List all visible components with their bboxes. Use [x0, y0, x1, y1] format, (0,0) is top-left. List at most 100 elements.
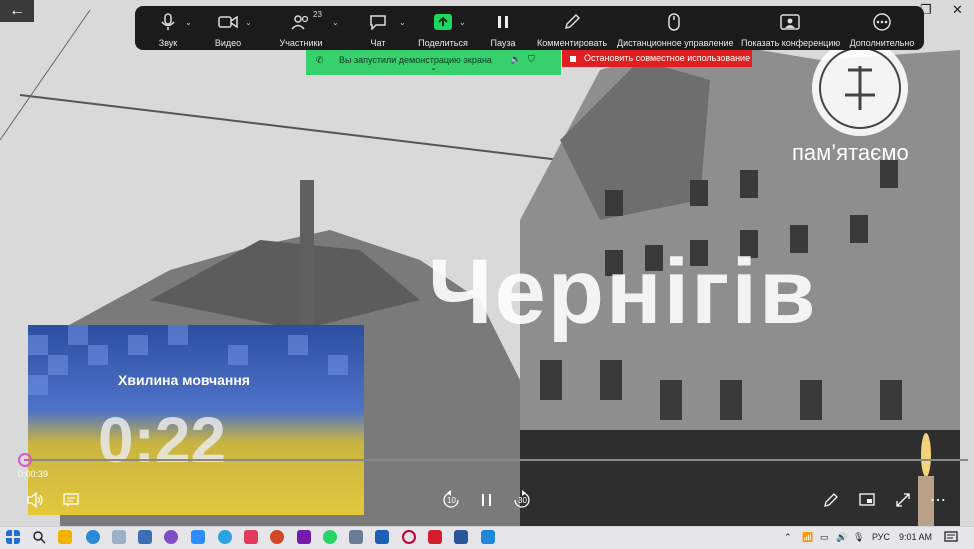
brand-text: пам’ятаємо: [792, 140, 909, 165]
toolbar-chat-label: Чат: [370, 38, 386, 48]
save-app-icon[interactable]: [138, 530, 152, 544]
toolbar-pause[interactable]: Пауза: [483, 6, 523, 50]
toolbar-show-meeting-label: Показать конференцию: [741, 38, 841, 48]
toolbar-share-label: Поделиться: [418, 38, 468, 48]
chevron-down-icon[interactable]: ⌄: [332, 18, 339, 27]
screen-share-status-text: Вы запустили демонстрацию экрана: [339, 55, 492, 65]
stop-icon: [570, 55, 576, 62]
stop-share-button[interactable]: Остановить совместное использование: [562, 50, 752, 67]
app-icon[interactable]: [428, 530, 442, 544]
microphone-icon: [161, 13, 175, 30]
clock[interactable]: 9:01 AM: [899, 532, 932, 542]
more-icon: [873, 13, 891, 31]
toolbar-audio-label: Звук: [158, 38, 178, 48]
chat-icon: [370, 15, 386, 30]
progress-knob[interactable]: [18, 453, 32, 467]
city-title: Чернігів: [428, 241, 818, 343]
notifications-icon[interactable]: [944, 530, 958, 544]
pause-icon: [498, 16, 508, 28]
toolbar-show-meeting[interactable]: Показать конференцию: [741, 6, 841, 50]
chevron-down-icon[interactable]: ⌄: [245, 18, 252, 27]
chevron-down-icon[interactable]: ⌄: [459, 18, 466, 27]
telegram-icon[interactable]: [218, 530, 232, 544]
elapsed-time: 0:00:39: [18, 469, 49, 479]
more-options-button[interactable]: ⋯: [929, 490, 947, 510]
toolbar-audio[interactable]: Звук: [145, 6, 191, 50]
pencil-icon: [564, 13, 581, 30]
participants-count: 23: [313, 10, 322, 19]
mouse-icon: [668, 13, 680, 31]
toolbar-chat[interactable]: Чат: [357, 6, 399, 50]
word-icon[interactable]: [454, 530, 468, 544]
powerpoint-icon[interactable]: [270, 530, 284, 544]
countdown-timer: 0:22: [98, 404, 227, 476]
whatsapp-icon[interactable]: [323, 530, 337, 544]
battery-icon[interactable]: ▭: [820, 532, 829, 543]
chevron-down-icon[interactable]: ⌄: [185, 18, 192, 27]
minute-of-silence-panel: Хвилина мовчання 0:22: [28, 325, 364, 515]
back-button[interactable]: ←: [0, 0, 34, 22]
video-camera-icon: [218, 15, 238, 29]
toolbar-annotate-label: Комментировать: [537, 38, 608, 48]
fullscreen-button[interactable]: [894, 490, 912, 510]
edit-button[interactable]: [822, 490, 840, 510]
toolbar-remote-control[interactable]: Дистанционное управление: [617, 6, 734, 50]
rewind-button[interactable]: 10: [441, 490, 461, 510]
chevron-down-icon[interactable]: ⌄: [399, 18, 406, 27]
meeting-toolbar: Звук ⌄ Видео ⌄ 23 Участники ⌄ Чат ⌄ Поде…: [135, 6, 924, 50]
pencil-icon: [824, 493, 838, 507]
show-meeting-icon: [780, 14, 800, 30]
opera-icon[interactable]: [402, 530, 416, 544]
toolbar-video[interactable]: Видео: [205, 6, 251, 50]
toolbar-participants[interactable]: 23 Участники: [273, 6, 329, 50]
app-icon[interactable]: [244, 530, 258, 544]
language-indicator[interactable]: РУС: [872, 532, 890, 542]
close-window-button[interactable]: ✕: [952, 2, 963, 18]
viber-icon[interactable]: [164, 530, 178, 544]
participants-icon: [291, 15, 309, 30]
chevron-up-icon[interactable]: ⌃: [784, 532, 792, 543]
toolbar-share[interactable]: Поделиться: [415, 6, 471, 50]
share-screen-icon: [434, 14, 452, 30]
phone-icon: ✆: [316, 55, 324, 65]
photos-app-icon[interactable]: [58, 530, 72, 544]
toolbar-participants-label: Участники: [279, 38, 323, 48]
app-icon[interactable]: [481, 530, 495, 544]
mini-player-button[interactable]: [858, 490, 876, 510]
microphone-icon[interactable]: 🎙: [853, 532, 864, 543]
visio-icon[interactable]: [375, 530, 389, 544]
rewind-seconds: 10: [447, 496, 456, 505]
chevron-down-icon[interactable]: ⌄: [430, 63, 437, 72]
more-horizontal-icon: ⋯: [930, 492, 946, 509]
video-frame: пам’ятаємо Чернігів Хвилина мовчання 0:2…: [0, 0, 974, 526]
stop-share-label: Остановить совместное использование: [584, 53, 751, 63]
video-progress-bar[interactable]: [24, 459, 968, 461]
captions-button[interactable]: [62, 490, 80, 510]
captions-icon: [63, 493, 79, 507]
minute-of-silence-label: Хвилина мовчання: [118, 372, 250, 388]
wifi-icon[interactable]: 📶: [802, 532, 813, 543]
toolbar-video-label: Видео: [214, 38, 242, 48]
forward-seconds: 30: [518, 496, 527, 505]
toolbar-annotate[interactable]: Комментировать: [537, 6, 607, 50]
speaker-icon[interactable]: 🔈: [510, 54, 521, 65]
onenote-icon[interactable]: [297, 530, 311, 544]
volume-button[interactable]: [26, 490, 44, 510]
zoom-icon[interactable]: [191, 530, 205, 544]
speaker-icon: [27, 492, 43, 508]
speaker-icon[interactable]: 🔊: [836, 532, 847, 543]
expand-icon: [896, 493, 910, 507]
toolbar-pause-label: Пауза: [490, 38, 516, 48]
toolbar-remote-control-label: Дистанционное управление: [617, 38, 734, 48]
edge-browser-icon[interactable]: [86, 530, 100, 544]
screen-share-banner[interactable]: ✆ Вы запустили демонстрацию экрана 🔈 ⛉ ⌄: [306, 50, 561, 75]
app-icon[interactable]: [112, 530, 126, 544]
search-icon[interactable]: [32, 530, 46, 544]
app-icon[interactable]: [349, 530, 363, 544]
mini-player-icon: [859, 493, 875, 506]
shield-icon: ⛉: [528, 54, 535, 64]
toolbar-more[interactable]: Дополнительно: [847, 6, 917, 50]
windows-start-icon[interactable]: [6, 530, 20, 544]
play-pause-button[interactable]: [479, 490, 495, 510]
forward-button[interactable]: 30: [512, 490, 532, 510]
